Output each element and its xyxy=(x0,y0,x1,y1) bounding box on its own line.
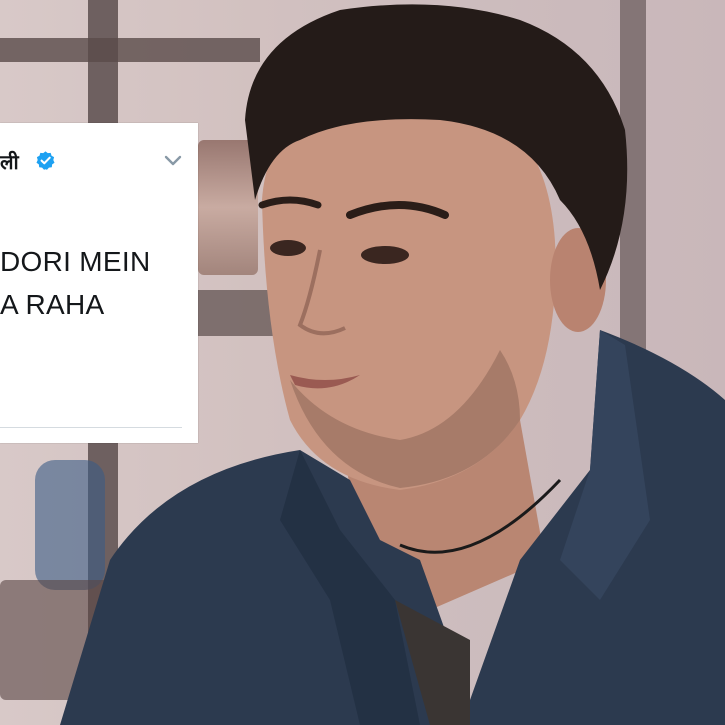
tweet-text-line-2: A RAHA xyxy=(0,289,105,320)
tweet-divider xyxy=(0,427,182,428)
tweet-author-name: ली xyxy=(0,150,19,174)
tweet-text-line-1: DORI MEIN xyxy=(0,246,151,277)
eye-right xyxy=(361,246,409,264)
chevron-down-icon[interactable] xyxy=(163,153,183,169)
eye-left xyxy=(270,240,306,256)
verified-badge-icon xyxy=(36,151,55,170)
photo-scene: ली DORI MEIN A RAHA xyxy=(0,0,725,725)
tweet-card xyxy=(0,123,198,443)
